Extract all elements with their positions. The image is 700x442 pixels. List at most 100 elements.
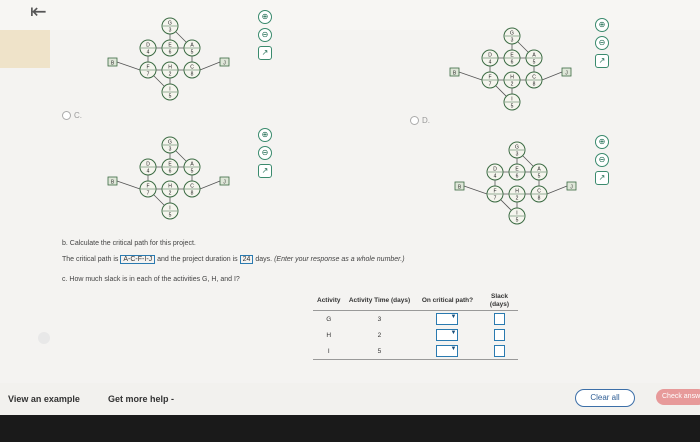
option-c-radio[interactable] xyxy=(62,111,71,120)
zoom-controls-a: ⊕ ⊖ ↗ xyxy=(255,10,275,60)
node-duration-label: 4 xyxy=(489,60,492,66)
zoom-controls-b: ⊕ ⊖ ↗ xyxy=(592,18,612,68)
critical-path-dropdown[interactable] xyxy=(436,313,459,325)
node-duration-label: 6 xyxy=(169,50,172,56)
duration-unit: days. xyxy=(255,256,273,263)
option-d[interactable]: D. xyxy=(410,116,430,125)
activity-cell: H xyxy=(326,331,332,339)
back-arrow-icon[interactable]: ⇤ xyxy=(30,0,47,24)
node-activity-label: H xyxy=(515,189,519,195)
node-duration-label: 6 xyxy=(169,169,172,175)
table-row: G 3 xyxy=(313,311,518,328)
popout-icon[interactable]: ↗ xyxy=(258,46,272,60)
node-activity-label: I xyxy=(169,206,170,212)
activity-cell: I xyxy=(313,343,345,360)
zoom-out-icon[interactable]: ⊖ xyxy=(258,146,272,160)
node-duration-label: 5 xyxy=(169,94,172,100)
node-duration-label: 3 xyxy=(169,147,172,153)
network-diagram-a: B JG3D4E6A5F7H2C8I5 xyxy=(107,17,230,101)
col-activity: Activity xyxy=(313,292,345,311)
critical-path-dropdown[interactable] xyxy=(436,329,459,341)
node-activity-label: G xyxy=(515,145,519,151)
slack-input[interactable] xyxy=(493,313,505,325)
zoom-in-icon[interactable]: ⊕ xyxy=(258,10,272,24)
node-duration-label: 4 xyxy=(494,174,497,180)
node-duration-label: 5 xyxy=(191,50,194,56)
col-time: Activity Time (days) xyxy=(344,292,415,311)
node-activity-label: H xyxy=(168,65,172,71)
node-activity-label: D xyxy=(493,167,497,173)
zoom-in-icon[interactable]: ⊕ xyxy=(258,128,272,142)
popout-icon[interactable]: ↗ xyxy=(595,54,609,68)
network-edge xyxy=(546,185,568,195)
network-diagram-d: B JG3D4E6A5F7H2C8I5 xyxy=(454,141,577,225)
node-duration-label: 5 xyxy=(516,218,519,224)
time-cell: 5 xyxy=(344,343,415,360)
node-activity-label: I xyxy=(511,97,512,103)
node-activity-label: C xyxy=(532,75,536,81)
option-c[interactable]: C. xyxy=(62,111,82,120)
node-duration-label: 2 xyxy=(169,72,172,78)
slack-table: Activity Activity Time (days) On critica… xyxy=(313,292,519,360)
critical-path-input[interactable]: A-C-F-I-J xyxy=(120,255,156,264)
question-c-title: c. How much slack is in each of the acti… xyxy=(62,276,240,283)
screen-bezel xyxy=(0,415,700,442)
node-duration-label: 6 xyxy=(511,60,514,66)
zoom-in-icon[interactable]: ⊕ xyxy=(595,18,609,32)
node-duration-label: 3 xyxy=(516,152,519,158)
col-critical: On critical path? xyxy=(414,292,481,311)
network-edge xyxy=(199,180,221,190)
get-help-link[interactable]: Get more help - xyxy=(108,394,174,404)
duration-lead: and the project duration is xyxy=(157,256,238,263)
node-activity-label: D xyxy=(146,162,150,168)
node-activity-label: F xyxy=(146,65,149,71)
zoom-controls-c: ⊕ ⊖ ↗ xyxy=(255,128,275,178)
popout-icon[interactable]: ↗ xyxy=(258,164,272,178)
network-diagram-c: B JG3D4E6A5F7H2C8I5 xyxy=(107,136,230,220)
node-activity-label: G xyxy=(510,31,514,37)
network-edge xyxy=(463,185,488,195)
popout-icon[interactable]: ↗ xyxy=(595,171,609,185)
node-duration-label: 5 xyxy=(538,174,541,180)
option-c-label: C. xyxy=(74,111,82,120)
node-activity-label: H xyxy=(510,75,514,81)
check-answer-button[interactable]: Check answer xyxy=(656,389,700,405)
node-duration-label: 3 xyxy=(511,38,514,44)
node-duration-label: 2 xyxy=(169,191,172,197)
slack-input[interactable] xyxy=(493,329,505,341)
network-edge xyxy=(116,61,141,71)
node-duration-label: 4 xyxy=(147,50,150,56)
node-activity-label: D xyxy=(146,43,150,49)
critical-path-dropdown[interactable] xyxy=(436,345,459,357)
network-edge xyxy=(541,71,563,81)
network-edge xyxy=(116,180,141,190)
node-duration-label: 2 xyxy=(516,196,519,202)
node-duration-label: 8 xyxy=(191,191,194,197)
slack-input[interactable] xyxy=(493,345,505,357)
duration-input[interactable]: 24 xyxy=(239,255,254,264)
view-example-link[interactable]: View an example xyxy=(8,394,80,404)
scroll-indicator xyxy=(38,332,50,344)
zoom-out-icon[interactable]: ⊖ xyxy=(595,36,609,50)
highlight-band xyxy=(0,30,50,68)
node-duration-label: 8 xyxy=(533,82,536,88)
activity-cell: G xyxy=(326,315,332,323)
node-duration-label: 2 xyxy=(511,82,514,88)
node-activity-label: H xyxy=(168,184,172,190)
node-duration-label: 5 xyxy=(191,169,194,175)
zoom-out-icon[interactable]: ⊖ xyxy=(595,153,609,167)
option-d-radio[interactable] xyxy=(410,116,419,125)
network-edge xyxy=(199,61,221,71)
node-activity-label: F xyxy=(488,75,491,81)
clear-all-button[interactable]: Clear all xyxy=(575,389,635,407)
instruction-text: (Enter your response as a whole number.) xyxy=(274,256,405,263)
zoom-controls-d: ⊕ ⊖ ↗ xyxy=(592,135,612,185)
node-activity-label: G xyxy=(168,21,172,27)
zoom-in-icon[interactable]: ⊕ xyxy=(595,135,609,149)
node-duration-label: 6 xyxy=(516,174,519,180)
node-duration-label: 7 xyxy=(147,191,150,197)
node-activity-label: C xyxy=(537,189,541,195)
zoom-out-icon[interactable]: ⊖ xyxy=(258,28,272,42)
node-activity-label: D xyxy=(488,53,492,59)
node-duration-label: 7 xyxy=(489,82,492,88)
